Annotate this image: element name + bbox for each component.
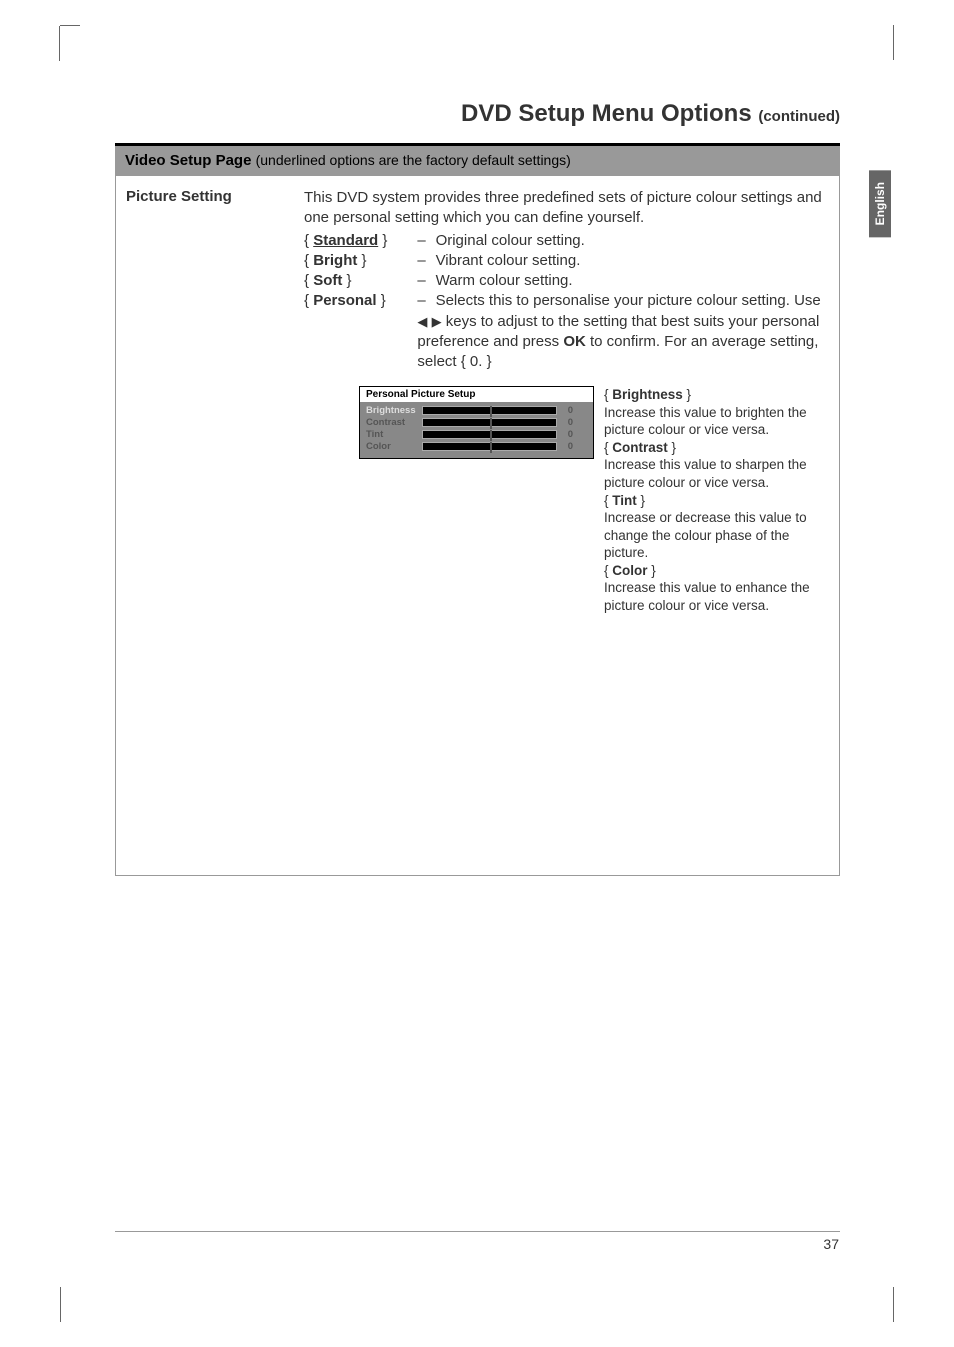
- continued-text: (continued): [758, 108, 840, 125]
- personal-picture-row: Personal Picture Setup Brightness 0 Cont…: [304, 386, 829, 614]
- personal-picture-right: { Brightness } Increase this value to br…: [604, 386, 829, 614]
- intro-text: This DVD system provides three predefine…: [304, 188, 829, 229]
- right-column: This DVD system provides three predefine…: [296, 188, 829, 875]
- personal-picture-left: Personal Picture Setup Brightness 0 Cont…: [304, 386, 604, 614]
- page-number: 37: [823, 1236, 839, 1252]
- options-table: { Standard } – Original colour setting. …: [304, 231, 829, 373]
- slider-thumb: [490, 430, 492, 441]
- crop-mark: [893, 1287, 894, 1322]
- option-desc: – Selects this to personalise your pictu…: [417, 291, 829, 372]
- left-arrow-icon: ◀: [417, 313, 427, 331]
- section-header-title: Video Setup Page: [125, 152, 251, 169]
- slider-row-color: Color 0: [366, 441, 587, 452]
- slider-thumb: [490, 442, 492, 453]
- param-color: { Color }: [604, 562, 829, 580]
- picture-setup-box: Personal Picture Setup Brightness 0 Cont…: [359, 386, 594, 459]
- slider-track: [422, 406, 557, 415]
- slider-track: [422, 442, 557, 451]
- slider-value: 0: [557, 429, 573, 440]
- slider-track: [422, 418, 557, 427]
- param-desc: Increase this value to sharpen the pictu…: [604, 456, 829, 491]
- param-name: Tint: [612, 493, 637, 508]
- param-brightness: { Brightness }: [604, 386, 829, 404]
- slider-row-brightness: Brightness 0: [366, 405, 587, 416]
- option-desc-text: Vibrant colour setting.: [436, 252, 581, 269]
- slider-thumb: [490, 406, 492, 417]
- option-name: Standard: [313, 232, 378, 249]
- left-column: Picture Setting: [126, 188, 296, 875]
- option-desc-prefix: Selects this to personalise your picture…: [436, 292, 821, 309]
- slider-row-contrast: Contrast 0: [366, 417, 587, 428]
- option-desc: – Original colour setting.: [417, 231, 829, 251]
- page-content: DVD Setup Menu Options (continued) Video…: [115, 100, 840, 876]
- param-desc: Increase or decrease this value to chang…: [604, 509, 829, 562]
- title-text: DVD Setup Menu Options: [461, 100, 752, 127]
- option-desc-text: Warm colour setting.: [436, 272, 573, 289]
- language-tab: English: [869, 170, 891, 237]
- section-header-subtitle: (underlined options are the factory defa…: [256, 152, 571, 168]
- option-desc: – Vibrant colour setting.: [417, 251, 829, 271]
- option-name: Bright: [313, 252, 357, 269]
- crop-mark: [893, 25, 894, 60]
- crop-mark: [60, 25, 80, 60]
- param-name: Brightness: [612, 387, 683, 402]
- option-label: { Bright }: [304, 251, 417, 271]
- option-label: { Standard }: [304, 231, 417, 251]
- slider-label: Contrast: [366, 417, 422, 428]
- picture-setup-body: Brightness 0 Contrast 0 Tint: [360, 402, 593, 458]
- setting-label: Picture Setting: [126, 188, 296, 205]
- page-title: DVD Setup Menu Options (continued): [115, 100, 840, 128]
- section-header: Video Setup Page (underlined options are…: [115, 143, 840, 176]
- slider-value: 0: [557, 441, 573, 452]
- option-standard: { Standard } – Original colour setting.: [304, 231, 829, 251]
- option-soft: { Soft } – Warm colour setting.: [304, 271, 829, 291]
- crop-mark: [60, 1287, 61, 1322]
- content-row: Picture Setting This DVD system provides…: [115, 176, 840, 876]
- option-personal: { Personal } – Selects this to personali…: [304, 291, 829, 372]
- slider-track: [422, 430, 557, 439]
- param-tint: { Tint }: [604, 492, 829, 510]
- param-contrast: { Contrast }: [604, 439, 829, 457]
- option-bright: { Bright } – Vibrant colour setting.: [304, 251, 829, 271]
- picture-setup-title: Personal Picture Setup: [360, 387, 593, 402]
- option-label: { Soft }: [304, 271, 417, 291]
- param-desc: Increase this value to enhance the pictu…: [604, 579, 829, 614]
- slider-label: Brightness: [366, 405, 422, 416]
- slider-label: Tint: [366, 429, 422, 440]
- param-name: Color: [612, 563, 647, 578]
- bottom-rule: [115, 1231, 840, 1232]
- option-desc: – Warm colour setting.: [417, 271, 829, 291]
- slider-value: 0: [557, 417, 573, 428]
- right-arrow-icon: ▶: [432, 313, 442, 331]
- option-name: Personal: [313, 292, 376, 309]
- param-name: Contrast: [612, 440, 668, 455]
- param-desc: Increase this value to brighten the pict…: [604, 404, 829, 439]
- option-desc-text: Original colour setting.: [436, 232, 585, 249]
- slider-thumb: [490, 418, 492, 429]
- slider-row-tint: Tint 0: [366, 429, 587, 440]
- option-label: { Personal }: [304, 291, 417, 372]
- slider-label: Color: [366, 441, 422, 452]
- ok-text: OK: [563, 333, 586, 350]
- slider-value: 0: [557, 405, 573, 416]
- option-name: Soft: [313, 272, 342, 289]
